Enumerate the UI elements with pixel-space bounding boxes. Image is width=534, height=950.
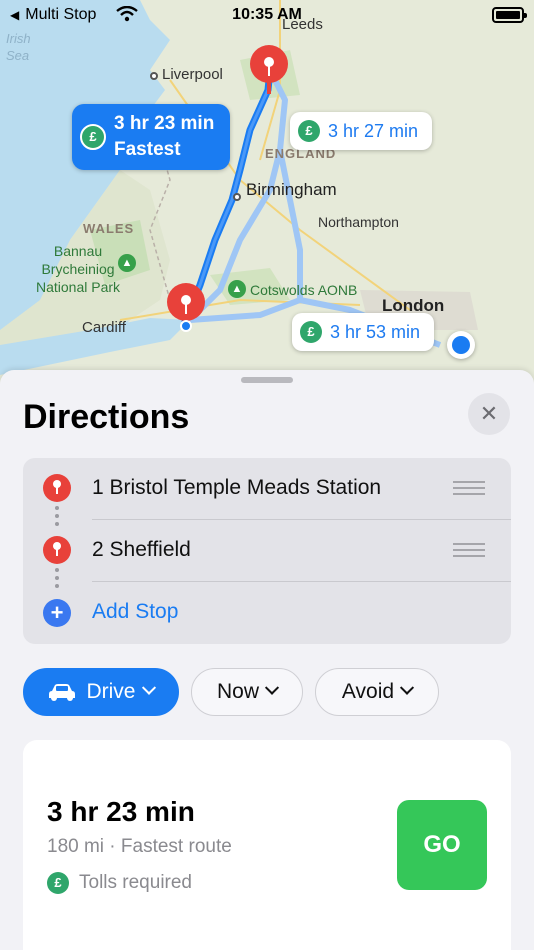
user-location-icon[interactable]: [447, 331, 475, 359]
sheet-grabber[interactable]: [241, 377, 293, 383]
reorder-handle-icon[interactable]: [453, 543, 485, 557]
transport-mode-button[interactable]: Drive: [23, 668, 179, 716]
stop-row[interactable]: 2 Sheffield: [23, 520, 511, 582]
chevron-down-icon: [141, 680, 156, 695]
status-time: 10:35 AM: [232, 6, 302, 23]
battery-icon: [492, 7, 527, 23]
depart-time-button[interactable]: Now: [191, 668, 303, 716]
stop-label: 2 Sheffield: [92, 538, 191, 561]
route-callout-alt-1[interactable]: £ 3 hr 27 min: [290, 112, 433, 150]
status-bar: ◀ Multi Stop 10:35 AM: [0, 0, 534, 30]
stops-list: 1 Bristol Temple Meads Station 2 Sheffie…: [23, 458, 511, 644]
reorder-handle-icon[interactable]: [453, 481, 485, 495]
place-northampton: Northampton: [318, 214, 399, 230]
directions-sheet: Directions ✕ 1 Bristol Temple Meads Stat…: [0, 370, 534, 950]
place-irish-sea: Irish Sea: [6, 31, 31, 63]
destination-pin-icon[interactable]: [249, 44, 289, 96]
now-label: Now: [216, 680, 259, 703]
route-details: 180 mi · Fastest route: [47, 836, 232, 857]
place-liverpool: Liverpool: [162, 66, 223, 83]
route-label: Fastest: [114, 139, 181, 160]
close-button[interactable]: ✕: [468, 393, 510, 435]
toll-icon: £: [47, 872, 69, 894]
go-button[interactable]: GO: [397, 800, 487, 890]
place-liverpool-dot: [150, 72, 158, 80]
sheet-title: Directions: [23, 398, 190, 436]
add-stop-label: Add Stop: [92, 600, 179, 623]
close-icon: ✕: [479, 401, 499, 426]
add-icon: +: [43, 599, 71, 627]
place-wales: WALES: [83, 221, 135, 236]
route-card[interactable]: 3 hr 23 min 180 mi · Fastest route £ Tol…: [23, 740, 511, 950]
place-birmingham-dot: [233, 193, 241, 201]
chevron-down-icon: [400, 680, 415, 695]
stop-pin-icon: [43, 536, 71, 564]
route-time: 3 hr 27 min: [328, 120, 419, 141]
place-cardiff: Cardiff: [82, 319, 126, 336]
route-callout-alt-2[interactable]: £ 3 hr 53 min: [292, 313, 435, 351]
place-bannau: Bannau Brycheiniog National Park: [36, 243, 121, 295]
toll-icon: £: [300, 321, 322, 343]
park-icon: ▲: [228, 280, 246, 298]
chevron-down-icon: [264, 680, 280, 695]
route-time: 3 hr 23 min: [114, 113, 215, 134]
toll-icon: £: [80, 124, 106, 150]
toll-label: Tolls required: [79, 872, 192, 893]
origin-pin-icon[interactable]: [166, 282, 206, 334]
map-view[interactable]: Irish Sea Leeds Liverpool ENGLAND Birmin…: [0, 0, 534, 400]
place-birmingham: Birmingham: [246, 180, 337, 199]
stop-label: 1 Bristol Temple Meads Station: [92, 476, 382, 499]
park-icon: ▲: [118, 254, 136, 272]
drive-label: Drive: [86, 680, 136, 703]
avoid-button[interactable]: Avoid: [315, 668, 439, 716]
toll-icon: £: [298, 120, 320, 142]
stop-pin-icon: [43, 474, 71, 502]
route-callout-fastest[interactable]: £ 3 hr 23 min Fastest: [72, 104, 231, 170]
avoid-label: Avoid: [341, 680, 395, 703]
stop-row[interactable]: 1 Bristol Temple Meads Station: [23, 458, 511, 520]
add-stop-row[interactable]: + Add Stop: [23, 582, 511, 644]
car-icon: [49, 684, 76, 701]
route-duration: 3 hr 23 min: [47, 796, 195, 827]
place-cotswolds: Cotswolds AONB: [250, 282, 358, 298]
toll-info: £ Tolls required: [47, 872, 192, 894]
route-time: 3 hr 53 min: [330, 321, 421, 342]
